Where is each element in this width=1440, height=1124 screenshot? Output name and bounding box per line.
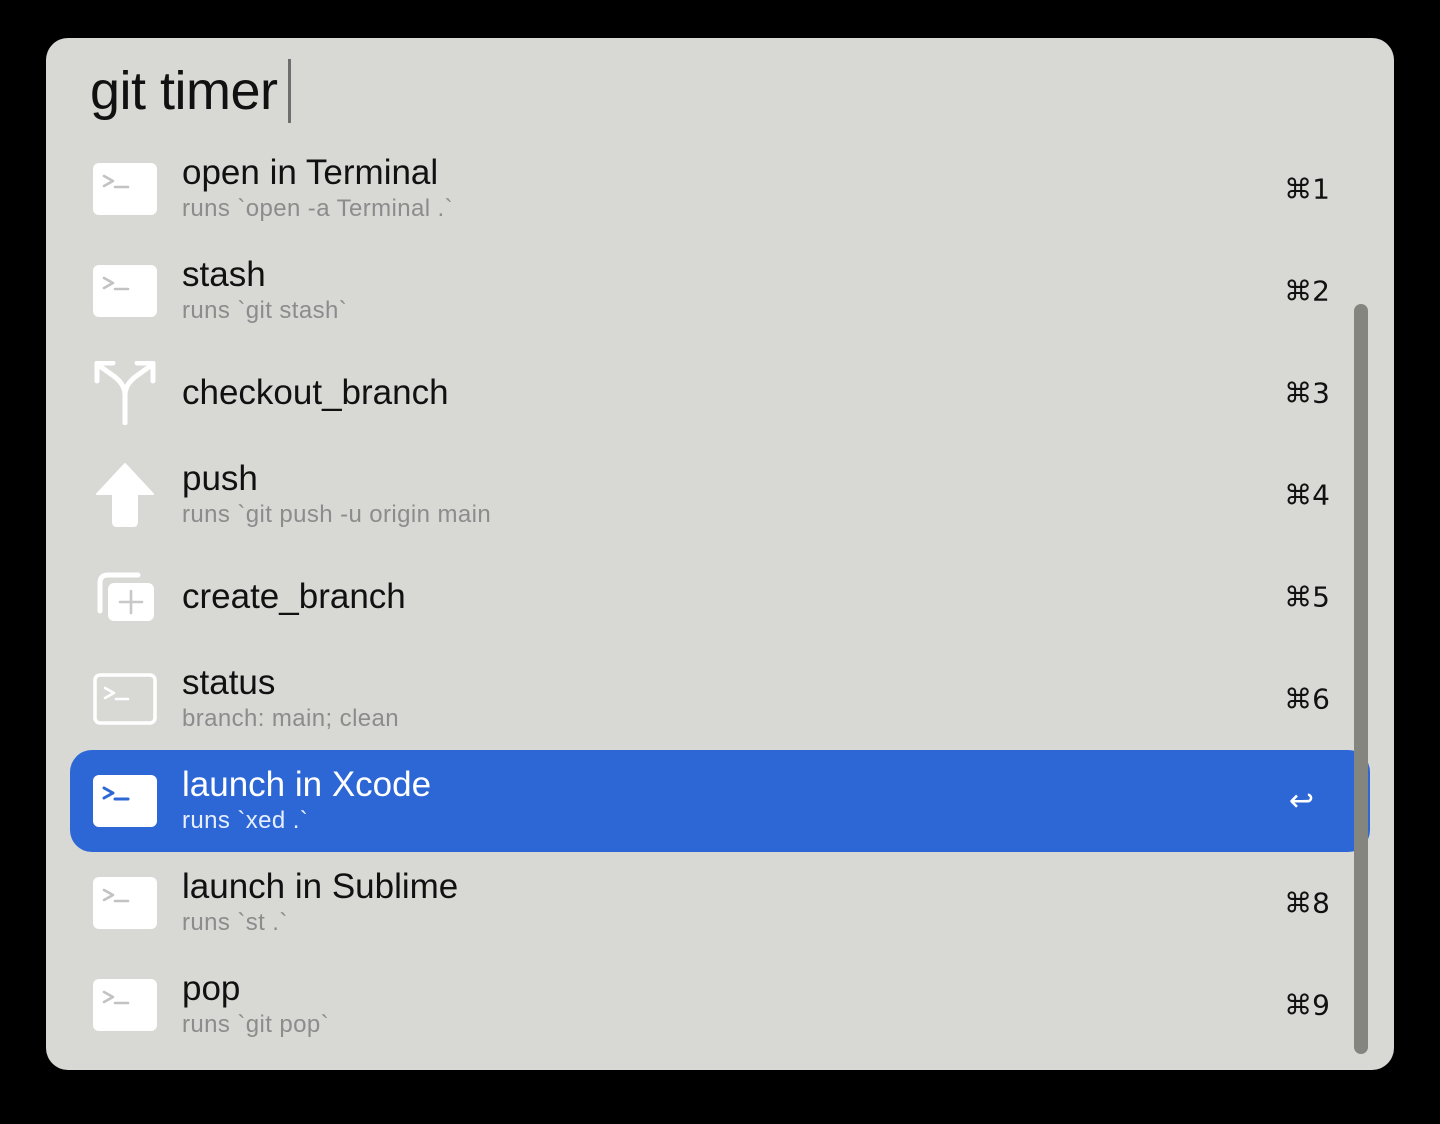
launcher-panel: git timer open in Terminal runs `open -a… [46,38,1394,1070]
result-title: push [182,459,258,499]
result-title: create_branch [182,576,406,616]
results-list: open in Terminal runs `open -a Terminal … [70,138,1370,1056]
result-open-in-terminal[interactable]: open in Terminal runs `open -a Terminal … [70,138,1370,240]
result-checkout-branch[interactable]: checkout_branch ⌘3 [70,342,1370,444]
result-title: open in Terminal [182,153,439,193]
shortcut-label: ⌘9 [1284,988,1330,1022]
result-subtitle: runs `git push -u origin main [182,500,492,528]
result-title: checkout_branch [182,372,449,412]
arrow-up-icon [92,462,158,528]
result-title: launch in Sublime [182,867,459,907]
shortcut-label: ⌘1 [1284,172,1330,206]
result-title: stash [182,255,266,295]
terminal-icon [92,156,158,222]
terminal-icon [92,258,158,324]
result-launch-in-sublime[interactable]: launch in Sublime runs `st .` ⌘8 [70,852,1370,954]
result-stash[interactable]: stash runs `git stash` ⌘2 [70,240,1370,342]
terminal-icon [92,870,158,936]
terminal-outline-icon [92,666,158,732]
result-title: launch in Xcode [182,765,432,805]
result-title: pop [182,969,241,1009]
result-title: status [182,663,276,703]
shortcut-label: ⌘5 [1284,580,1330,614]
result-create-branch[interactable]: create_branch ⌘5 [70,546,1370,648]
result-subtitle: branch: main; clean [182,704,400,732]
add-window-icon [92,564,158,630]
result-subtitle: runs `git stash` [182,296,348,324]
shortcut-label: ⌘4 [1284,478,1330,512]
scrollbar-thumb[interactable] [1354,304,1368,1054]
result-subtitle: runs `git pop` [182,1010,329,1038]
shortcut-label: ⌘3 [1284,376,1330,410]
result-subtitle: runs `open -a Terminal .` [182,194,453,222]
branch-icon [92,360,158,426]
result-launch-in-xcode[interactable]: launch in Xcode runs `xed .` ↩ [70,750,1370,852]
shortcut-label: ⌘8 [1284,886,1330,920]
terminal-icon [92,768,158,834]
result-subtitle: runs `st .` [182,908,288,936]
result-subtitle: runs `xed .` [182,806,309,834]
result-push[interactable]: push runs `git push -u origin main ⌘4 [70,444,1370,546]
shortcut-label: ⌘6 [1284,682,1330,716]
result-status[interactable]: status branch: main; clean ⌘6 [70,648,1370,750]
text-caret [287,59,291,123]
search-field[interactable]: git timer [90,56,291,126]
terminal-icon [92,972,158,1038]
shortcut-label: ⌘2 [1284,274,1330,308]
search-input[interactable]: git timer [90,64,278,118]
result-pop[interactable]: pop runs `git pop` ⌘9 [70,954,1370,1056]
return-key-icon: ↩ [1288,783,1314,819]
